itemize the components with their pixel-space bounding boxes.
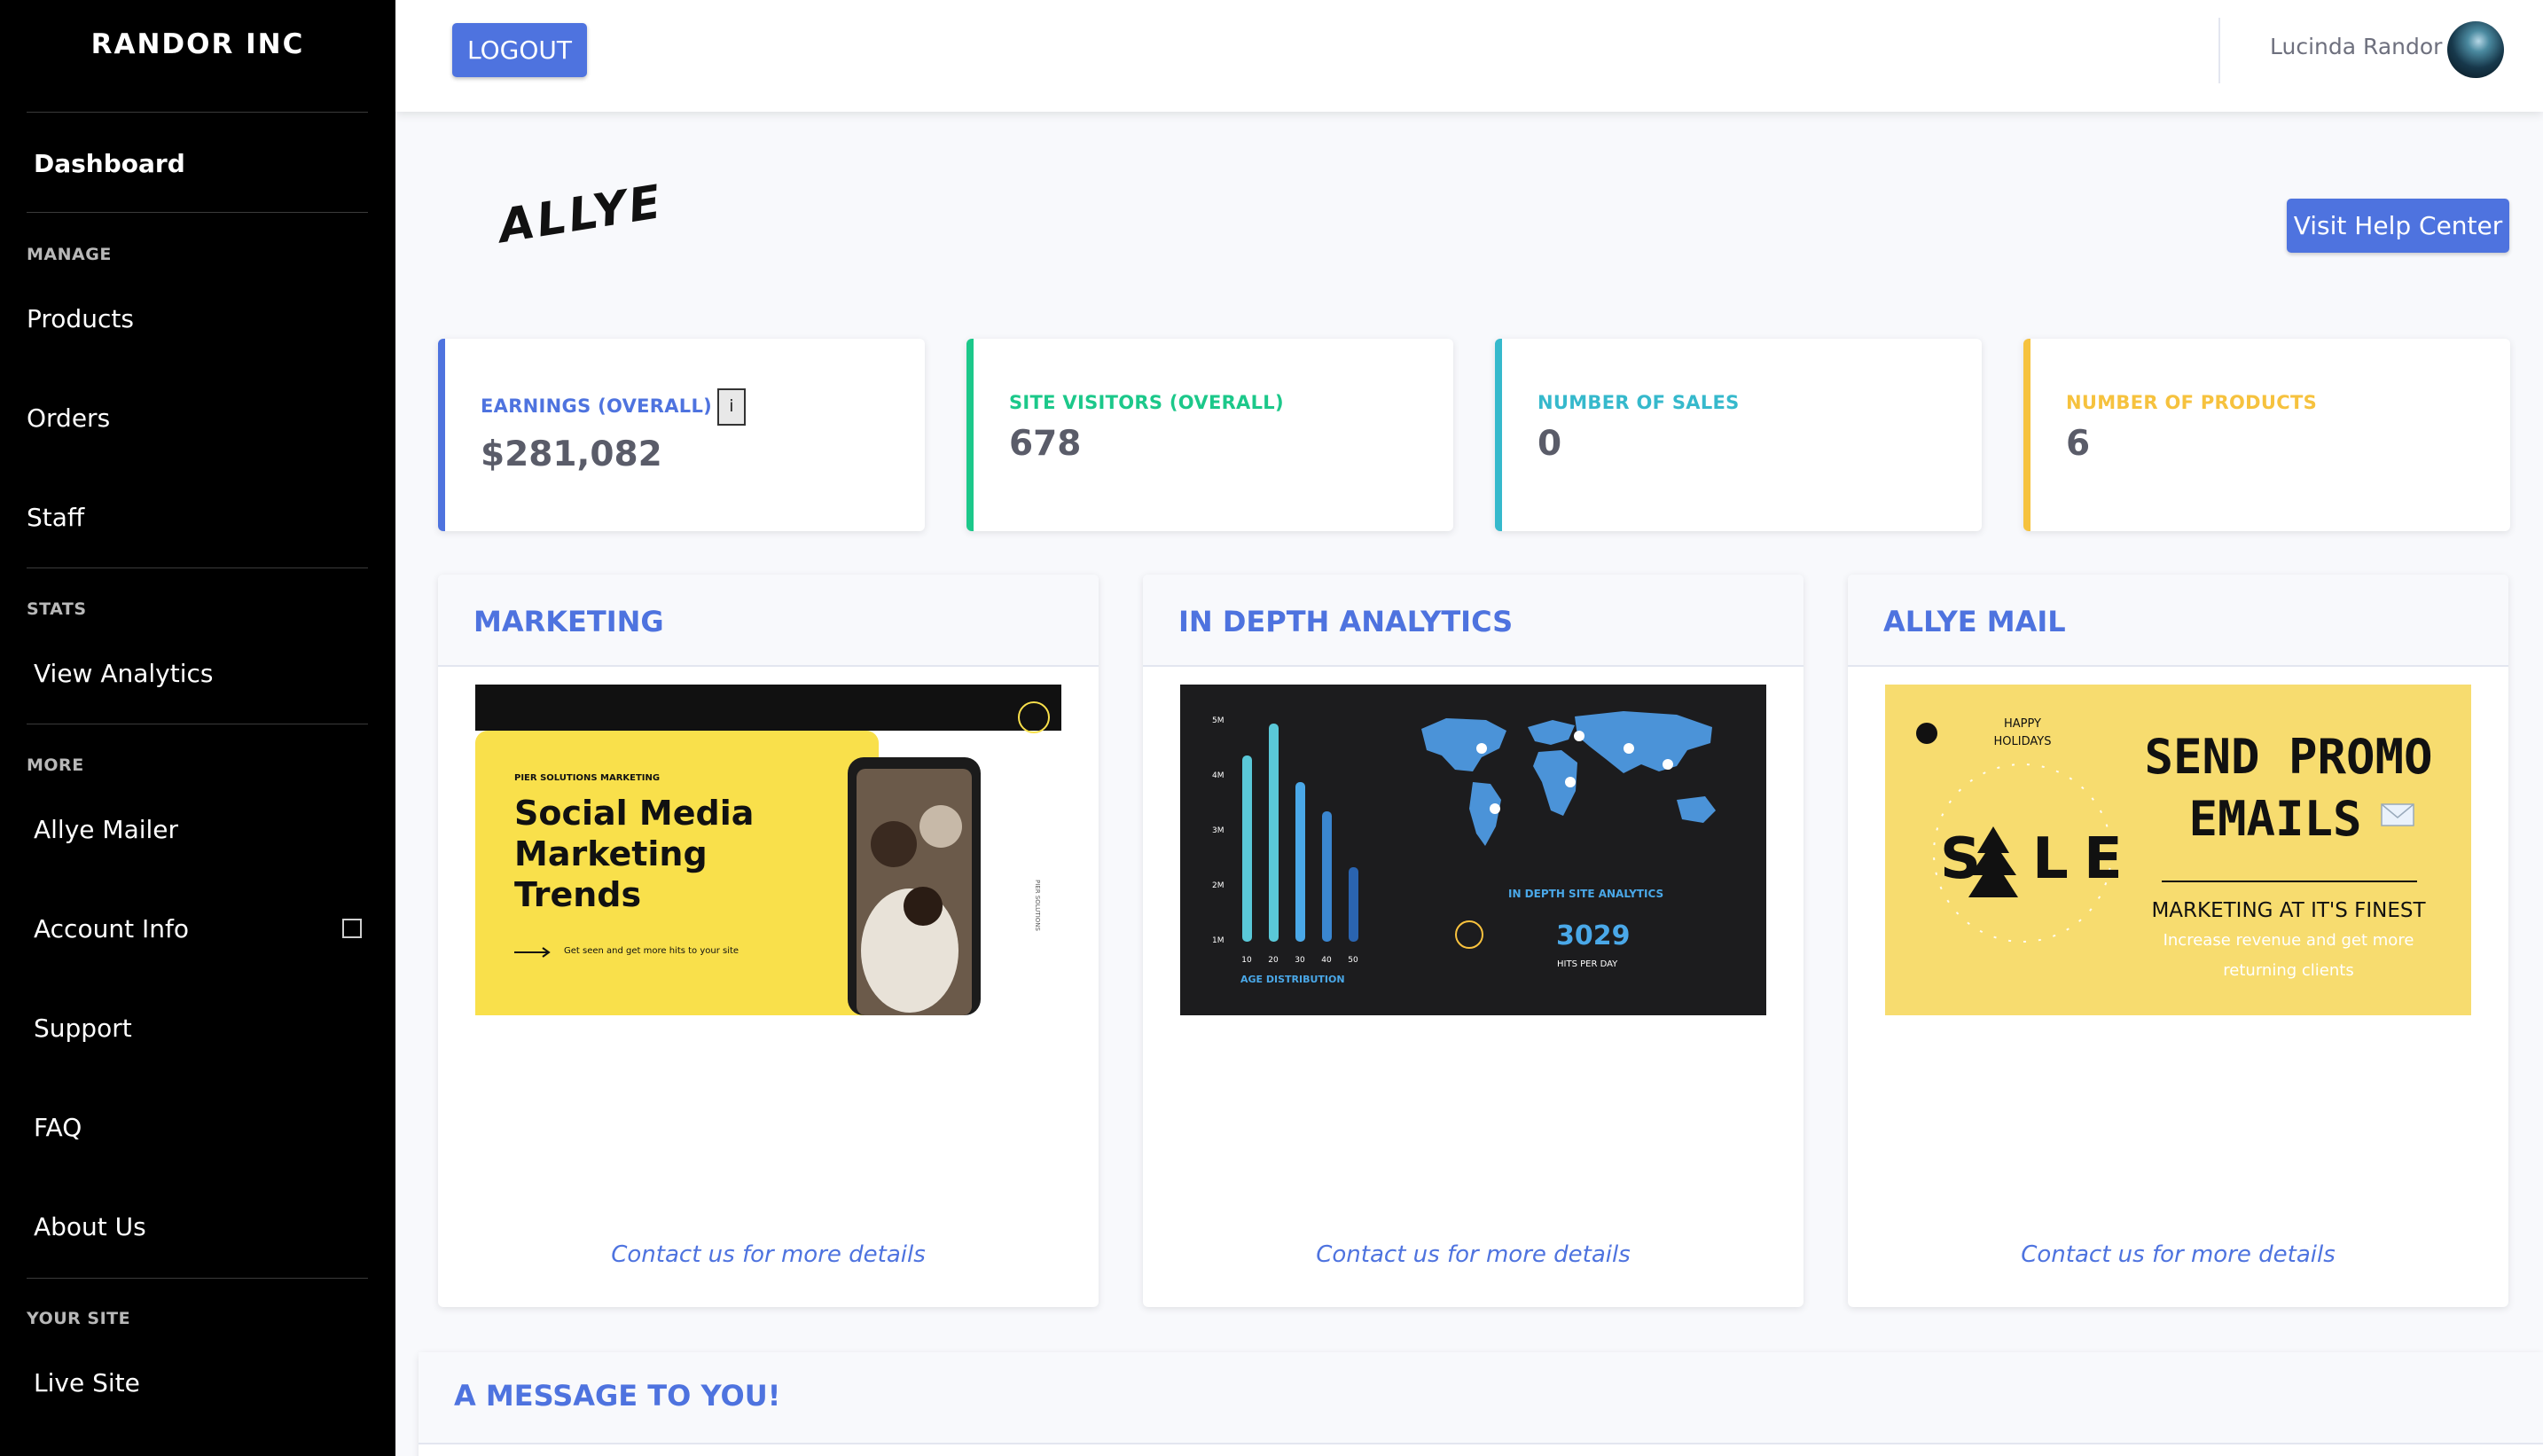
- sidebar-item-view-analytics[interactable]: View Analytics: [34, 659, 214, 688]
- sidebar-heading-manage: MANAGE: [27, 245, 112, 264]
- hits-value: 3029: [1556, 920, 1631, 951]
- brand-name[interactable]: RANDOR INC: [0, 28, 395, 60]
- bar: [1322, 811, 1332, 942]
- bar: [1295, 782, 1305, 942]
- marketing-headline-2: Marketing: [514, 834, 708, 873]
- promo-body-1: Increase revenue and get more: [2164, 931, 2414, 950]
- stat-card-earnings: EARNINGS (OVERALL) i $281,082: [438, 339, 925, 531]
- bar: [1349, 867, 1358, 942]
- promo-headline-2: EMAILS: [2188, 791, 2361, 847]
- badge-icon: [1916, 723, 1937, 744]
- y-tick-label: 4M: [1212, 771, 1225, 780]
- bar: [1269, 724, 1279, 942]
- sale-letter: L: [2032, 826, 2069, 892]
- marketing-kicker: PIER SOLUTIONS MARKETING: [514, 773, 660, 783]
- x-tick-label: 30: [1295, 956, 1305, 965]
- sidebar-item-allye-mailer[interactable]: Allye Mailer: [34, 815, 178, 844]
- analytics-card: IN DEPTH ANALYTICS 5M 4M 3M 2M 1M 10 20 30 40 50…: [1143, 575, 1804, 1307]
- topbar-divider: [2218, 18, 2220, 83]
- stat-value: 678: [1009, 424, 1082, 464]
- x-tick-label: 10: [1241, 956, 1252, 965]
- sidebar-heading-stats: STATS: [27, 599, 87, 619]
- sidebar-item-account-info[interactable]: Account Info: [34, 914, 189, 943]
- info-button[interactable]: i: [717, 388, 747, 426]
- stat-value: 6: [2066, 424, 2091, 464]
- marketing-card: MARKETING PIER SOLUTIONS MARKETING Socia…: [438, 575, 1099, 1307]
- allye-logo: ALLYE: [495, 175, 668, 254]
- y-tick-label: 2M: [1212, 881, 1225, 890]
- promo-headline-1: SEND PROMO: [2144, 729, 2432, 785]
- logout-button[interactable]: LOGOUT: [452, 23, 587, 77]
- marketing-headline-3: Trends: [514, 875, 641, 914]
- user-name[interactable]: Lucinda Randor: [2270, 34, 2442, 59]
- x-tick-label: 20: [1268, 956, 1279, 965]
- age-distribution-label: AGE DISTRIBUTION: [1240, 974, 1345, 985]
- stat-card-sales: NUMBER OF SALES 0: [1495, 339, 1982, 531]
- sidebar-divider: [27, 112, 368, 113]
- sidebar-divider: [27, 212, 368, 213]
- y-tick-label: 5M: [1212, 716, 1225, 725]
- marketing-headline-1: Social Media: [514, 794, 754, 833]
- message-card: A MESSAGE TO YOU!: [419, 1352, 2543, 1456]
- analytics-image[interactable]: 5M 4M 3M 2M 1M 10 20 30 40 50 AGE DISTRIBUTION I…: [1180, 685, 1766, 1015]
- stat-card-products: NUMBER OF PRODUCTS 6: [2023, 339, 2510, 531]
- contact-link[interactable]: Contact us for more details: [1143, 1241, 1804, 1268]
- card-title: MARKETING: [438, 575, 1099, 667]
- marketing-tagline: Get seen and get more hits to your site: [564, 946, 739, 956]
- allye-mail-card: ALLYE MAIL HAPPY HOLIDAYS S L E SEND PRO…: [1848, 575, 2508, 1307]
- allye-mail-image[interactable]: HAPPY HOLIDAYS S L E SEND PROMO EMAILS M…: [1885, 685, 2471, 1015]
- sidebar-item-staff[interactable]: Staff: [27, 503, 84, 532]
- sidebar-item-products[interactable]: Products: [27, 304, 134, 333]
- sidebar-item-faq[interactable]: FAQ: [34, 1113, 82, 1142]
- sidebar-item-live-site[interactable]: Live Site: [34, 1368, 140, 1397]
- stat-card-site-visitors: SITE VISITORS (OVERALL) 678: [966, 339, 1453, 531]
- map-title: IN DEPTH SITE ANALYTICS: [1508, 888, 1663, 900]
- y-tick-label: 1M: [1212, 936, 1225, 945]
- sidebar-heading-your-site: YOUR SITE: [27, 1309, 131, 1328]
- contact-link[interactable]: Contact us for more details: [1848, 1241, 2508, 1268]
- stat-label: EARNINGS (OVERALL): [481, 395, 713, 417]
- sale-letter: E: [2084, 826, 2123, 892]
- visit-help-center-button[interactable]: Visit Help Center: [2287, 199, 2509, 253]
- stat-label: NUMBER OF PRODUCTS: [2066, 392, 2318, 413]
- avatar[interactable]: [2447, 21, 2504, 78]
- stat-label: SITE VISITORS (OVERALL): [1009, 392, 1284, 413]
- stat-value: 0: [1538, 424, 1562, 464]
- card-title: IN DEPTH ANALYTICS: [1143, 575, 1804, 667]
- stat-value: $281,082: [481, 434, 662, 474]
- sidebar-item-orders[interactable]: Orders: [27, 403, 110, 433]
- card-title: ALLYE MAIL: [1848, 575, 2508, 667]
- promo-body-2: returning clients: [2223, 961, 2353, 980]
- sidebar-item-about-us[interactable]: About Us: [34, 1212, 146, 1241]
- y-tick-label: 3M: [1212, 826, 1225, 835]
- greeting-line-2: HOLIDAYS: [1994, 735, 2052, 748]
- sidebar-heading-more: MORE: [27, 755, 84, 775]
- sidebar-item-dashboard[interactable]: Dashboard: [34, 149, 185, 178]
- topbar: LOGOUT Lucinda Randor: [395, 0, 2543, 112]
- hits-label: HITS PER DAY: [1557, 959, 1618, 969]
- sidebar-item-support[interactable]: Support: [34, 1014, 132, 1043]
- sale-letter: S: [1940, 826, 1981, 892]
- x-tick-label: 40: [1321, 956, 1332, 965]
- sidebar-divider: [27, 1278, 368, 1279]
- stat-label: NUMBER OF SALES: [1538, 392, 1740, 413]
- sidebar: RANDOR INC Dashboard MANAGE Products Ord…: [0, 0, 395, 1456]
- greeting-line-1: HAPPY: [2004, 717, 2041, 731]
- marketing-image[interactable]: PIER SOLUTIONS MARKETING Social Media Ma…: [475, 685, 1061, 1015]
- message-title: A MESSAGE TO YOU!: [419, 1352, 2543, 1444]
- promo-subhead: MARKETING AT IT'S FINEST: [2151, 899, 2426, 922]
- x-tick-label: 50: [1348, 956, 1358, 965]
- bar: [1242, 755, 1252, 942]
- pier-side-text: PIER SOLUTIONS: [1034, 880, 1041, 932]
- contact-link[interactable]: Contact us for more details: [438, 1241, 1099, 1268]
- square-icon[interactable]: [342, 919, 362, 938]
